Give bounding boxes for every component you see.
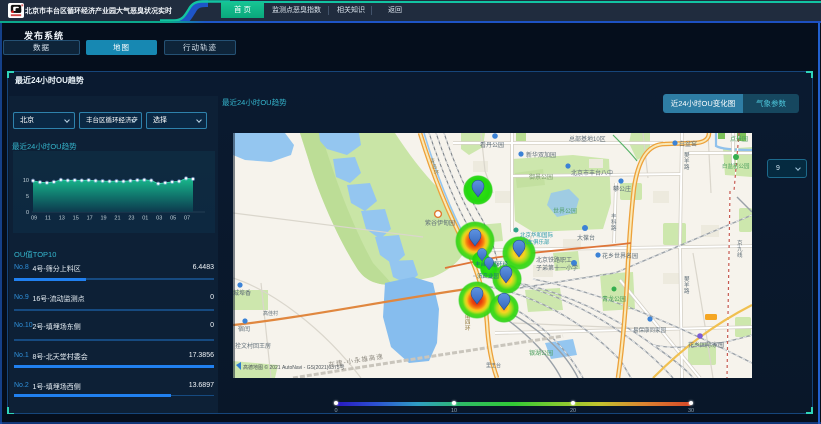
svg-text:攀公庄: 攀公庄	[613, 185, 631, 193]
svg-text:01: 01	[142, 216, 148, 222]
svg-text:子弟第十一小学: 子弟第十一小学	[536, 264, 578, 272]
svg-text:03: 03	[156, 216, 162, 222]
svg-text:易保康同家园: 易保康同家园	[633, 326, 667, 334]
svg-text:13: 13	[59, 216, 65, 222]
svg-text:青龙公园: 青龙公园	[602, 295, 626, 303]
svg-text:拴文村回王房: 拴文村回王房	[235, 342, 271, 350]
svg-text:银湖公园: 银湖公园	[529, 349, 553, 357]
svg-text:城埠香: 城埠香	[233, 289, 251, 297]
svg-text:0: 0	[26, 210, 29, 216]
svg-text:宿闰: 宿闰	[238, 325, 250, 333]
svg-text:10: 10	[23, 178, 29, 184]
svg-text:大葆台: 大葆台	[577, 234, 595, 242]
svg-text:07: 07	[184, 216, 190, 222]
svg-text:樊羊路: 樊羊路	[684, 151, 690, 171]
svg-text:高佳村: 高佳村	[263, 310, 278, 317]
svg-text:丰科路: 丰科路	[611, 212, 617, 232]
svg-text:看丹公园: 看丹公园	[480, 141, 504, 149]
svg-text:17: 17	[87, 216, 93, 222]
svg-text:御景公园: 御景公园	[529, 173, 553, 181]
svg-text:19: 19	[101, 216, 107, 222]
svg-text:花乡世界名园: 花乡世界名园	[602, 252, 638, 260]
svg-text:白盆窑: 白盆窑	[679, 140, 697, 148]
svg-text:京九线: 京九线	[737, 239, 743, 259]
svg-text:里王台: 里王台	[486, 362, 501, 369]
svg-text:北京华和国际: 北京华和国际	[520, 231, 554, 239]
svg-text:点景园: 点景园	[730, 135, 748, 143]
svg-text:济产业园: 济产业园	[477, 272, 500, 280]
svg-text:5: 5	[26, 194, 29, 200]
svg-text:花乡国际家园: 花乡国际家园	[688, 341, 724, 349]
svg-text:23: 23	[128, 216, 134, 222]
svg-text:05: 05	[170, 216, 176, 222]
svg-text:樊羊路: 樊羊路	[684, 275, 690, 295]
svg-text:世界公园: 世界公园	[553, 207, 577, 215]
svg-text:机车俱乐部: 机车俱乐部	[522, 238, 550, 246]
svg-text:09: 09	[31, 216, 37, 222]
svg-text:北京市丰台八中: 北京市丰台八中	[571, 169, 613, 177]
svg-text:白盆窑公园: 白盆窑公园	[722, 162, 750, 170]
svg-text:紫谷伊甸园: 紫谷伊甸园	[425, 219, 455, 227]
svg-text:总部基地10区: 总部基地10区	[569, 135, 606, 143]
svg-text:11: 11	[45, 216, 51, 222]
svg-text:北京铁路职工: 北京铁路职工	[536, 256, 572, 264]
svg-text:新华双加园: 新华双加园	[526, 151, 556, 159]
svg-text:15: 15	[73, 216, 79, 222]
svg-text:21: 21	[114, 216, 120, 222]
svg-text:高德地图 © 2021 AutoNavi - GS(2021: 高德地图 © 2021 AutoNavi - GS(2021)6375号	[243, 364, 345, 371]
